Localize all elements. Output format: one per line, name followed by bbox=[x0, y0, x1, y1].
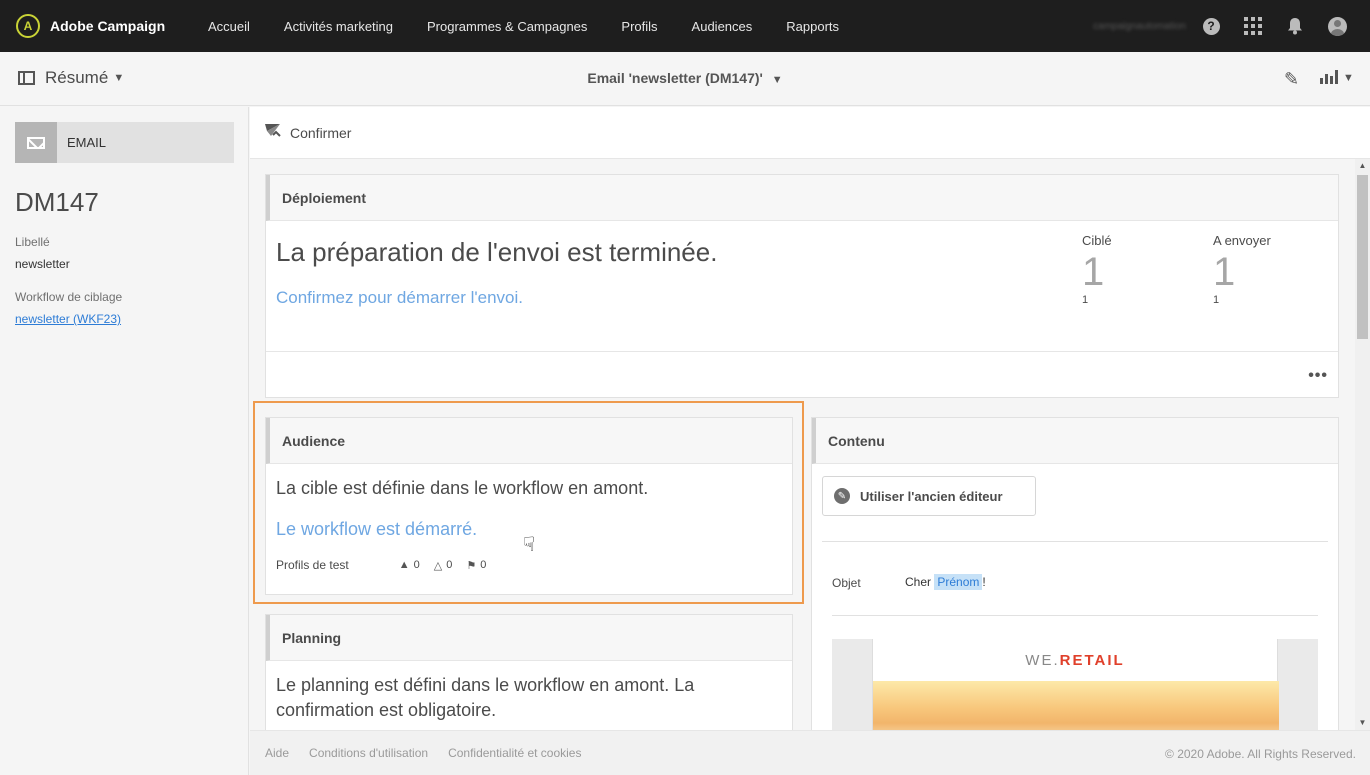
planning-description: Le planning est défini dans le workflow … bbox=[276, 675, 695, 720]
deployment-status: La préparation de l'envoi est terminée. bbox=[276, 237, 718, 267]
subject-label: Objet bbox=[832, 576, 861, 590]
footer: Aide Conditions d'utilisation Confidenti… bbox=[250, 730, 1370, 775]
nav-item-rapports[interactable]: Rapports bbox=[786, 19, 839, 34]
audience-card-title: Audience bbox=[266, 418, 792, 464]
edit-pencil-icon[interactable]: ✎ bbox=[1284, 69, 1299, 90]
subject-suffix: ! bbox=[982, 575, 986, 589]
subject-value: Cher Prénom! bbox=[905, 574, 986, 590]
content-card-title: Contenu bbox=[812, 418, 1338, 464]
test-profiles-label: Profils de test bbox=[276, 558, 349, 572]
preview-brand-prefix: WE. bbox=[1025, 652, 1060, 669]
nav-item-profils[interactable]: Profils bbox=[621, 19, 657, 34]
nav-item-activites-marketing[interactable]: Activités marketing bbox=[284, 19, 393, 34]
scroll-up-arrow-icon[interactable]: ▲ bbox=[1355, 159, 1370, 173]
test-count-seed: ⚑ 0 bbox=[466, 559, 486, 572]
brand-name: Adobe Campaign bbox=[50, 18, 166, 34]
to-send-value: 1 bbox=[1213, 250, 1236, 294]
email-envelope-icon bbox=[15, 122, 57, 163]
action-bar: Confirmer bbox=[250, 107, 1370, 159]
channel-label: EMAIL bbox=[67, 135, 107, 150]
test-count-flask-person: △ 0 bbox=[434, 559, 453, 572]
copyright: © 2020 Adobe. All Rights Reserved. bbox=[1165, 747, 1356, 761]
content-card: Contenu ✎ Utiliser l'ancien éditeur Obje… bbox=[811, 417, 1339, 730]
targeted-stat: Ciblé 1 1 bbox=[1082, 233, 1112, 306]
email-preview-body: WE.RETAIL bbox=[872, 639, 1279, 730]
test-count-flask-person-value: 0 bbox=[446, 559, 453, 571]
reports-chart-icon[interactable]: ▼ bbox=[1320, 70, 1354, 84]
deployment-card: Déploiement La préparation de l'envoi es… bbox=[265, 174, 1339, 398]
footer-link-terms[interactable]: Conditions d'utilisation bbox=[309, 746, 428, 760]
targeted-label: Ciblé bbox=[1082, 233, 1112, 248]
use-old-editor-button[interactable]: ✎ Utiliser l'ancien éditeur bbox=[822, 476, 1036, 516]
label-value: newsletter bbox=[15, 257, 70, 271]
chevron-down-icon: ▼ bbox=[771, 74, 783, 86]
divider bbox=[266, 351, 1338, 352]
deployment-confirm-link[interactable]: Confirmez pour démarrer l'envoi. bbox=[276, 288, 523, 308]
flask-person-icon: △ bbox=[433, 559, 443, 572]
footer-link-privacy[interactable]: Confidentialité et cookies bbox=[448, 746, 581, 760]
summary-sidebar: EMAIL DM147 Libellé newsletter Workflow … bbox=[0, 107, 249, 775]
delivery-id: DM147 bbox=[15, 187, 99, 217]
top-navigation-bar: A Adobe Campaign Accueil Activités marke… bbox=[0, 0, 1370, 52]
to-send-stat: A envoyer 1 1 bbox=[1213, 233, 1271, 306]
main-scrollbar[interactable]: ▲ ▼ bbox=[1355, 159, 1370, 730]
preview-brand-accent: RETAIL bbox=[1059, 652, 1125, 669]
footer-link-help[interactable]: Aide bbox=[265, 746, 289, 760]
deployment-card-title: Déploiement bbox=[266, 175, 1338, 221]
we-retail-logo: WE.RETAIL bbox=[873, 652, 1277, 669]
label-title: Libellé bbox=[15, 235, 50, 249]
divider bbox=[822, 541, 1328, 542]
email-title-dropdown[interactable]: Email 'newsletter (DM147)' ▼ bbox=[0, 70, 1370, 86]
confirm-label: Confirmer bbox=[290, 124, 352, 141]
send-confirm-icon bbox=[264, 122, 282, 143]
confirm-button[interactable]: Confirmer bbox=[264, 122, 351, 143]
audience-card[interactable]: Audience La cible est définie dans le wo… bbox=[265, 417, 793, 595]
test-count-flask-value: 0 bbox=[413, 559, 420, 571]
nav-item-accueil[interactable]: Accueil bbox=[208, 19, 250, 34]
to-send-sub: 1 bbox=[1213, 294, 1220, 306]
targeted-value: 1 bbox=[1082, 250, 1105, 294]
test-profiles-row: Profils de test ▲ 0 △ 0 ⚑ 0 bbox=[276, 558, 486, 572]
subject-prefix: Cher bbox=[905, 575, 932, 589]
help-icon[interactable]: ? bbox=[1202, 17, 1220, 35]
workflow-link[interactable]: newsletter (WKF23) bbox=[15, 312, 121, 326]
more-options-icon[interactable]: ••• bbox=[1308, 367, 1328, 385]
test-count-seed-value: 0 bbox=[480, 559, 487, 571]
user-avatar-icon[interactable] bbox=[1328, 16, 1347, 36]
hand-pointer-cursor-icon: ☟ bbox=[523, 534, 536, 556]
targeted-sub: 1 bbox=[1082, 294, 1089, 306]
workflow-title: Workflow de ciblage bbox=[15, 290, 123, 304]
main-nav: Accueil Activités marketing Programmes &… bbox=[208, 19, 873, 34]
adobe-campaign-logo-icon: A bbox=[16, 14, 40, 38]
personalization-token[interactable]: Prénom bbox=[934, 574, 983, 590]
hero-image bbox=[873, 681, 1279, 730]
to-send-label: A envoyer bbox=[1213, 233, 1271, 248]
chevron-down-icon: ▼ bbox=[1343, 72, 1354, 84]
audience-description: La cible est définie dans le workflow en… bbox=[276, 478, 649, 498]
nav-item-programmes-campagnes[interactable]: Programmes & Campagnes bbox=[427, 19, 587, 34]
username[interactable]: campaignautomation bbox=[1093, 21, 1186, 32]
scroll-down-arrow-icon[interactable]: ▼ bbox=[1355, 716, 1370, 730]
brand[interactable]: A Adobe Campaign bbox=[16, 14, 206, 38]
divider bbox=[832, 615, 1318, 616]
pencil-circle-icon: ✎ bbox=[834, 488, 850, 504]
old-editor-label: Utiliser l'ancien éditeur bbox=[860, 488, 1003, 504]
email-title: Email 'newsletter (DM147)' bbox=[587, 70, 763, 86]
planning-card[interactable]: Planning Le planning est défini dans le … bbox=[265, 614, 793, 730]
planning-card-title: Planning bbox=[266, 615, 792, 661]
scroll-thumb[interactable] bbox=[1357, 175, 1368, 339]
help-icon-glyph: ? bbox=[1202, 17, 1220, 35]
apps-grid-icon[interactable] bbox=[1244, 17, 1262, 35]
test-count-flask: ▲ 0 bbox=[399, 559, 420, 571]
top-right-tools: campaignautomation ? bbox=[1093, 0, 1370, 52]
email-preview[interactable]: WE.RETAIL bbox=[832, 639, 1318, 730]
notifications-bell-icon[interactable] bbox=[1286, 17, 1304, 35]
channel-block: EMAIL bbox=[15, 122, 234, 163]
main-content: Confirmer Déploiement La préparation de … bbox=[250, 107, 1370, 730]
seed-flag-icon: ⚑ bbox=[466, 559, 477, 572]
nav-item-audiences[interactable]: Audiences bbox=[692, 19, 753, 34]
workflow-started-link[interactable]: Le workflow est démarré. bbox=[276, 519, 477, 540]
page-header: Résumé ▼ Email 'newsletter (DM147)' ▼ ✎ … bbox=[0, 52, 1370, 106]
flask-icon: ▲ bbox=[398, 559, 410, 571]
